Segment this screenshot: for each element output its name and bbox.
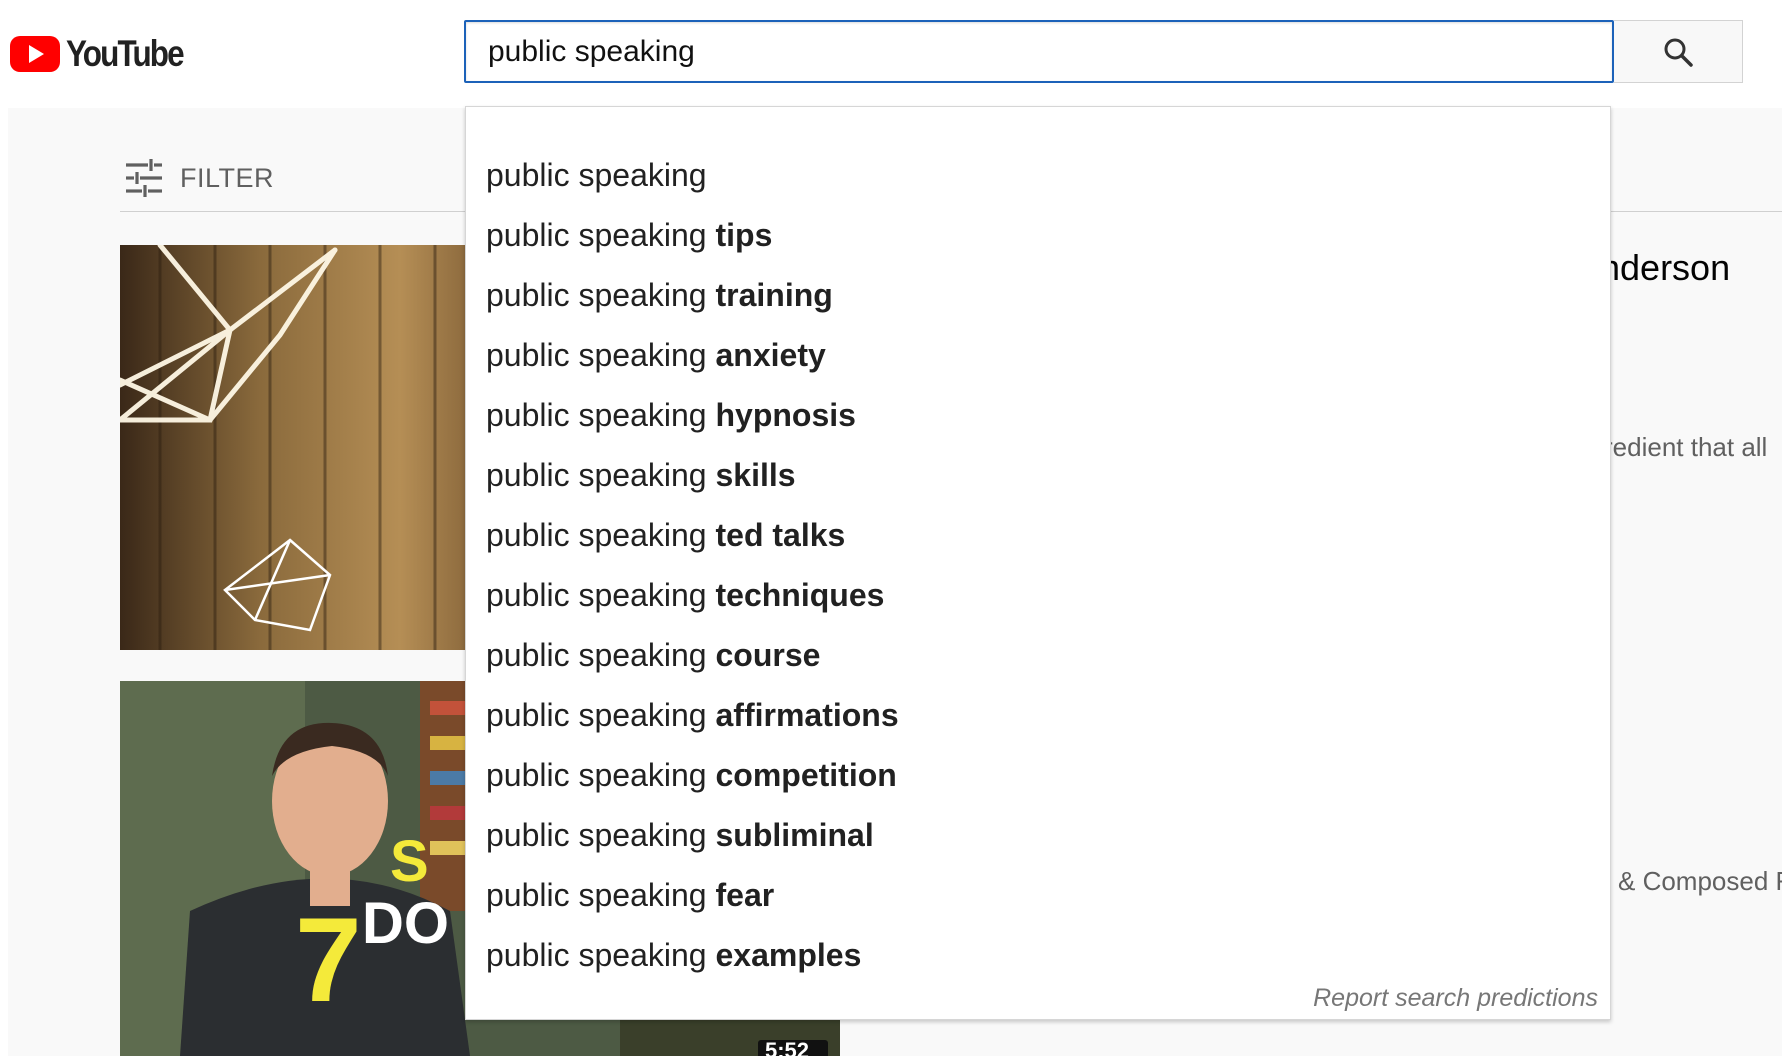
youtube-logo[interactable]: YouTube bbox=[10, 33, 203, 75]
thumbnail-text-partial: S bbox=[390, 829, 429, 894]
suggestion-item[interactable]: public speaking ted talks bbox=[466, 505, 1610, 565]
suggestion-item[interactable]: public speaking training bbox=[466, 265, 1610, 325]
suggestion-completion: anxiety bbox=[715, 337, 826, 373]
suggestion-item[interactable]: public speaking techniques bbox=[466, 565, 1610, 625]
logo-text: YouTube bbox=[66, 33, 185, 74]
suggestion-prefix: public speaking bbox=[486, 577, 707, 613]
sliders-icon bbox=[126, 159, 162, 197]
suggestion-item[interactable]: public speaking affirmations bbox=[466, 685, 1610, 745]
suggestion-item[interactable]: public speaking examples bbox=[466, 925, 1610, 985]
suggestion-prefix: public speaking bbox=[486, 157, 707, 193]
suggestion-prefix: public speaking bbox=[486, 457, 707, 493]
suggestion-completion: subliminal bbox=[715, 817, 874, 853]
search-input[interactable] bbox=[466, 22, 1612, 81]
result-description: & Composed F bbox=[1618, 866, 1782, 896]
suggestion-completion: ted talks bbox=[715, 517, 846, 553]
thumbnail-number: 7 bbox=[295, 893, 362, 1027]
duration-badge: 5:52 bbox=[765, 1038, 809, 1056]
suggestion-item[interactable]: public speaking subliminal bbox=[466, 805, 1610, 865]
search-button[interactable] bbox=[1614, 20, 1743, 83]
suggestion-item[interactable]: public speaking course bbox=[466, 625, 1610, 685]
thumbnail-image bbox=[120, 245, 520, 650]
result-title[interactable]: nderson bbox=[1600, 247, 1730, 289]
filter-label: FILTER bbox=[180, 162, 275, 193]
suggestion-completion: skills bbox=[715, 457, 796, 493]
suggestion-item[interactable]: public speaking competition bbox=[466, 745, 1610, 805]
suggestion-completion: hypnosis bbox=[715, 397, 856, 433]
filter-button[interactable]: FILTER bbox=[124, 158, 274, 198]
suggestion-prefix: public speaking bbox=[486, 877, 707, 913]
suggestion-prefix: public speaking bbox=[486, 277, 707, 313]
suggestion-list: public speaking public speaking tips publi… bbox=[466, 145, 1610, 985]
search-box[interactable] bbox=[464, 20, 1614, 83]
suggestion-item[interactable]: public speaking fear bbox=[466, 865, 1610, 925]
video-thumbnail[interactable] bbox=[120, 245, 520, 650]
suggestion-completion: course bbox=[715, 637, 821, 673]
suggestion-prefix: public speaking bbox=[486, 637, 707, 673]
thumbnail-text: DO bbox=[362, 891, 449, 956]
suggestion-completion: training bbox=[715, 277, 833, 313]
suggestion-prefix: public speaking bbox=[486, 517, 707, 553]
youtube-play-icon bbox=[10, 36, 60, 72]
suggestion-prefix: public speaking bbox=[486, 397, 707, 433]
suggestion-prefix: public speaking bbox=[486, 757, 707, 793]
suggestion-completion: tips bbox=[715, 217, 773, 253]
report-predictions-link[interactable]: Report search predictions bbox=[1313, 984, 1598, 1013]
suggestion-completion: affirmations bbox=[715, 697, 899, 733]
suggestion-item[interactable]: public speaking tips bbox=[466, 205, 1610, 265]
suggestion-item[interactable]: public speaking skills bbox=[466, 445, 1610, 505]
result-description: redient that all bbox=[1604, 432, 1768, 462]
suggestion-item[interactable]: public speaking anxiety bbox=[466, 325, 1610, 385]
suggestion-completion: fear bbox=[715, 877, 775, 913]
suggestion-prefix: public speaking bbox=[486, 217, 707, 253]
suggestion-item[interactable]: public speaking bbox=[466, 145, 1610, 205]
suggestion-prefix: public speaking bbox=[486, 337, 707, 373]
search-icon bbox=[1664, 38, 1693, 67]
suggestion-prefix: public speaking bbox=[486, 937, 707, 973]
search-suggestions: public speaking public speaking tips publi… bbox=[465, 106, 1611, 1020]
masthead: YouTube bbox=[0, 0, 1782, 106]
suggestion-item[interactable]: public speaking hypnosis bbox=[466, 385, 1610, 445]
suggestion-prefix: public speaking bbox=[486, 817, 707, 853]
suggestion-completion: examples bbox=[715, 937, 862, 973]
suggestion-completion: techniques bbox=[715, 577, 885, 613]
suggestion-prefix: public speaking bbox=[486, 697, 707, 733]
suggestion-completion: competition bbox=[715, 757, 897, 793]
